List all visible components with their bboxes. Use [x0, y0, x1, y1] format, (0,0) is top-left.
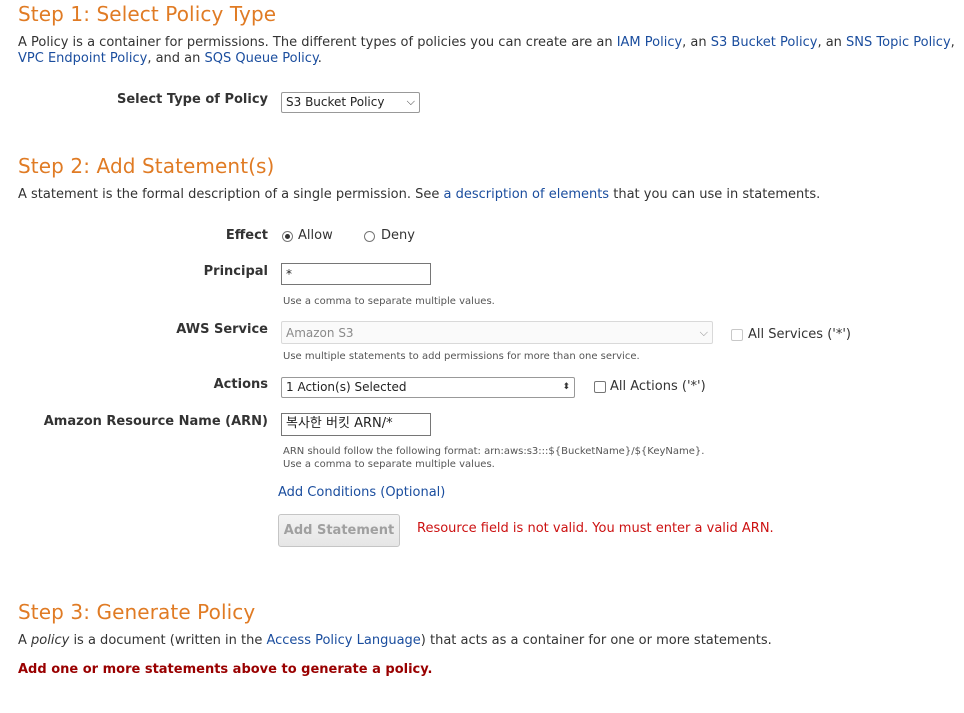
arn-comma-hint: Use a comma to separate multiple values.	[283, 459, 495, 470]
step1-description: A Policy is a container for permissions.…	[18, 35, 955, 50]
effect-allow-label: Allow	[298, 228, 333, 243]
vpc-endpoint-policy-link[interactable]: VPC Endpoint Policy	[18, 51, 147, 66]
all-services-label: All Services ('*')	[748, 327, 851, 342]
arn-error-message: Resource field is not valid. You must en…	[417, 521, 774, 536]
access-policy-language-link[interactable]: Access Policy Language	[266, 633, 420, 648]
chevron-down-icon: ⌵	[406, 95, 415, 108]
step1-description-line2: VPC Endpoint Policy, and an SQS Queue Po…	[18, 51, 322, 66]
all-actions-checkbox[interactable]	[594, 381, 606, 393]
arn-input[interactable]: 복사한 버킷 ARN/*	[281, 413, 431, 436]
aws-service-label: AWS Service	[176, 322, 268, 337]
actions-select[interactable]: 1 Action(s) Selected ⬍	[281, 377, 575, 398]
policy-type-select[interactable]: S3 Bucket Policy ⌵	[281, 92, 420, 113]
updown-arrows-icon: ⬍	[562, 382, 570, 392]
principal-input[interactable]: *	[281, 263, 431, 285]
actions-label: Actions	[213, 377, 268, 392]
iam-policy-link[interactable]: IAM Policy	[617, 35, 682, 50]
add-conditions-link[interactable]: Add Conditions (Optional)	[278, 485, 445, 500]
step3-description: A policy is a document (written in the A…	[18, 633, 772, 648]
step2-description: A statement is the formal description of…	[18, 187, 821, 202]
policy-type-label: Select Type of Policy	[116, 92, 268, 107]
generate-policy-message: Add one or more statements above to gene…	[18, 662, 433, 677]
arn-label: Amazon Resource Name (ARN)	[43, 414, 268, 429]
all-actions-label: All Actions ('*')	[610, 379, 706, 394]
aws-service-select[interactable]: Amazon S3 ⌵	[281, 321, 713, 344]
effect-deny-radio[interactable]	[364, 231, 375, 242]
sqs-queue-policy-link[interactable]: SQS Queue Policy	[205, 51, 318, 66]
effect-deny-label: Deny	[381, 228, 415, 243]
step3-title: Step 3: Generate Policy	[18, 600, 256, 624]
add-statement-button[interactable]: Add Statement	[278, 514, 400, 547]
step1-title: Step 1: Select Policy Type	[18, 2, 277, 26]
principal-hint: Use a comma to separate multiple values.	[283, 296, 495, 307]
step2-title: Step 2: Add Statement(s)	[18, 154, 275, 178]
aws-service-hint: Use multiple statements to add permissio…	[283, 351, 640, 362]
principal-label: Principal	[203, 264, 268, 279]
s3-bucket-policy-link[interactable]: S3 Bucket Policy	[711, 35, 818, 50]
effect-label: Effect	[225, 228, 268, 243]
sns-topic-policy-link[interactable]: SNS Topic Policy	[846, 35, 951, 50]
effect-allow-radio[interactable]	[282, 231, 293, 242]
arn-format-hint: ARN should follow the following format: …	[283, 446, 705, 457]
chevron-down-icon: ⌵	[699, 326, 708, 339]
description-of-elements-link[interactable]: a description of elements	[444, 187, 610, 202]
all-services-checkbox[interactable]	[731, 329, 743, 341]
